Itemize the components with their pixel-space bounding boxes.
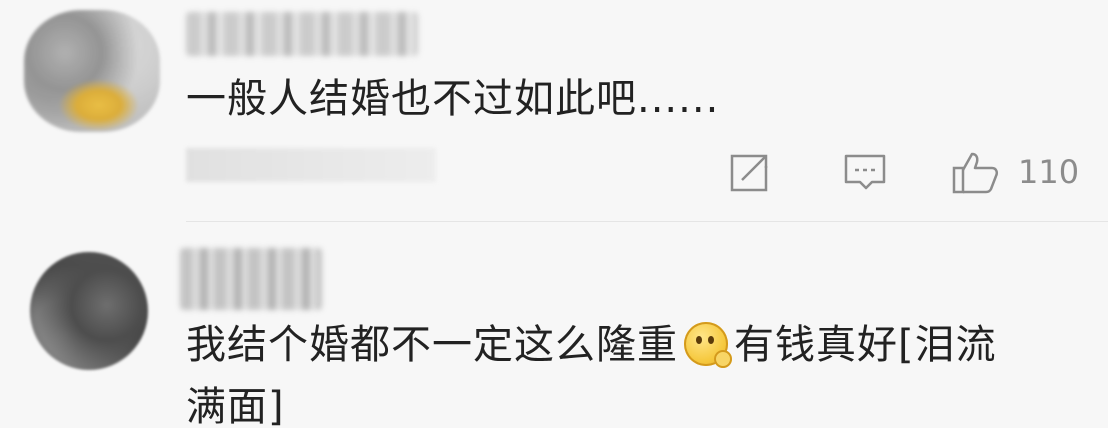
like-count: 110	[1018, 153, 1080, 191]
comment-text-part: 有钱真好[泪流	[734, 322, 997, 368]
comment-list: 一般人结婚也不过如此吧...... 110 我结个婚都不一定这么隆重 有钱真好[泪…	[0, 0, 1108, 428]
comment-text-part: 我结个婚都不一定这么隆重	[186, 322, 678, 368]
comment-text: 我结个婚都不一定这么隆重 有钱真好[泪流	[186, 318, 997, 372]
share-icon[interactable]	[728, 150, 772, 198]
comment-text: 一般人结婚也不过如此吧......	[186, 76, 720, 122]
divider	[186, 221, 1108, 222]
avatar[interactable]	[30, 252, 148, 370]
thinking-emoji-icon	[684, 322, 732, 368]
blurred-username[interactable]	[180, 248, 322, 310]
reply-icon[interactable]	[842, 150, 890, 198]
blurred-username[interactable]	[186, 12, 418, 56]
blurred-comment-meta	[186, 148, 436, 182]
like-icon[interactable]	[950, 150, 1002, 200]
emoji-hand	[714, 350, 732, 368]
comment-text-continued: 满面]	[186, 384, 285, 428]
avatar[interactable]	[24, 10, 160, 132]
